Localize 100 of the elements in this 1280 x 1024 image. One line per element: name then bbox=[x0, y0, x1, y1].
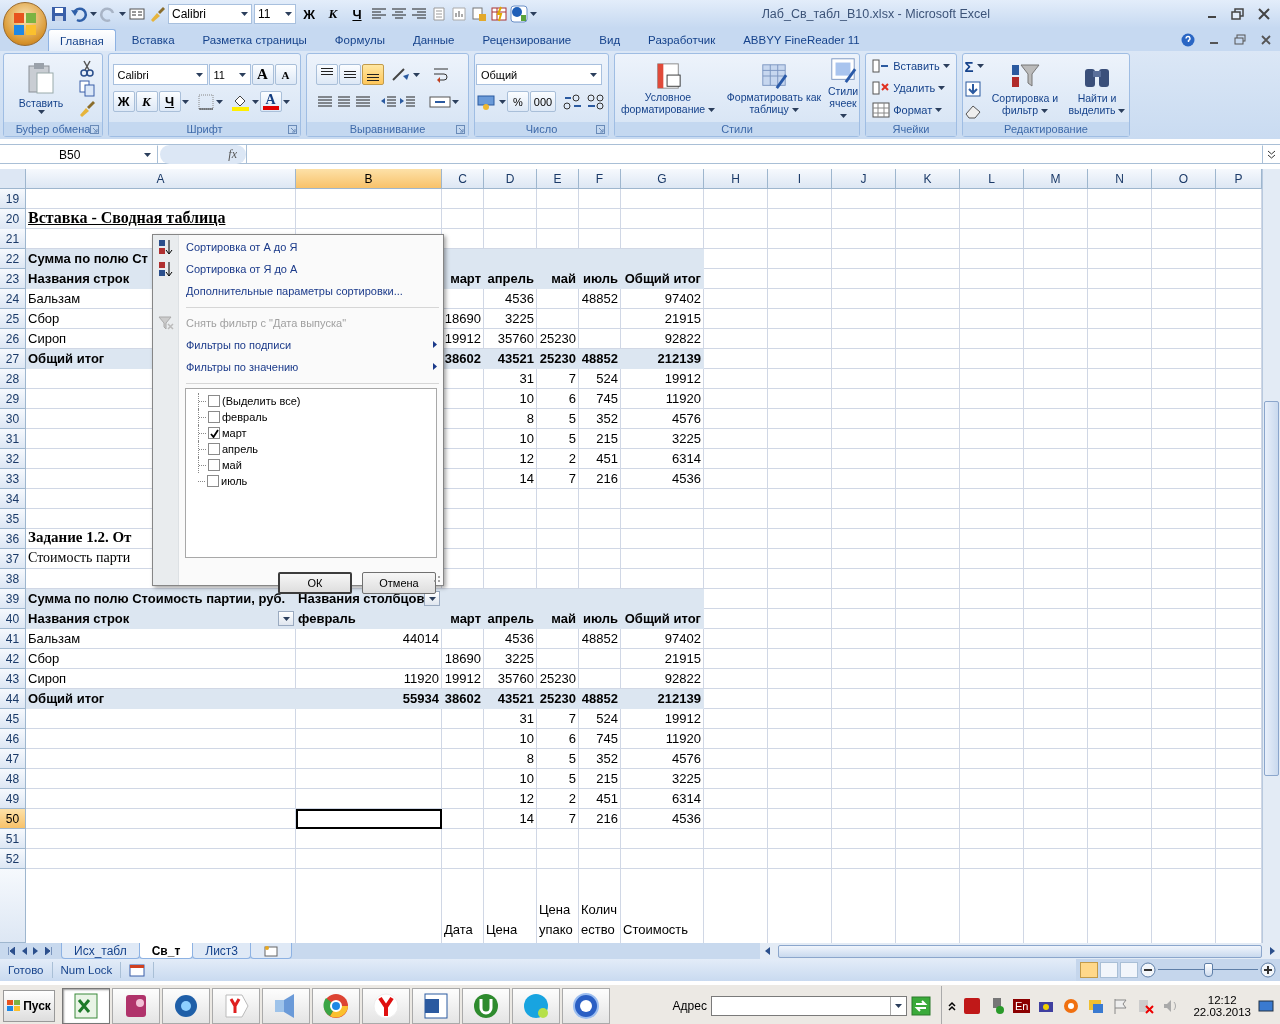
menu-item[interactable]: Фильтры по подписи bbox=[179, 339, 292, 351]
vertical-align-button[interactable] bbox=[316, 64, 338, 85]
row-header[interactable]: 39 bbox=[0, 589, 26, 609]
row-header[interactable]: 48 bbox=[0, 769, 26, 789]
option-label[interactable]: апрель bbox=[222, 443, 259, 455]
taskbar-button[interactable] bbox=[362, 987, 410, 1024]
address-field[interactable] bbox=[710, 995, 907, 1016]
row-header[interactable]: 24 bbox=[0, 289, 26, 309]
styles-button[interactable]: Условное форматирование bbox=[614, 54, 722, 122]
dialog-launcher-icon[interactable] bbox=[90, 125, 99, 134]
column-header[interactable]: H bbox=[704, 169, 768, 189]
column-header[interactable]: O bbox=[1152, 169, 1216, 189]
taskbar-button[interactable] bbox=[262, 987, 310, 1024]
zoom-slider[interactable] bbox=[1158, 962, 1258, 978]
taskbar-button[interactable] bbox=[562, 987, 610, 1024]
chevron-icon[interactable] bbox=[947, 1000, 956, 1011]
dialog-launcher-icon[interactable] bbox=[596, 125, 605, 134]
column-header[interactable]: N bbox=[1088, 169, 1152, 189]
underline-button[interactable]: Ч bbox=[158, 91, 181, 112]
row-header[interactable]: 42 bbox=[0, 649, 26, 669]
row-header[interactable]: 46 bbox=[0, 729, 26, 749]
row-header[interactable]: 49 bbox=[0, 789, 26, 809]
checkbox[interactable] bbox=[208, 427, 220, 439]
menu-item[interactable]: Дополнительные параметры сортировки... bbox=[179, 285, 403, 297]
menu-item[interactable]: Фильтры по значению bbox=[179, 361, 299, 373]
cells-button[interactable]: Вставить bbox=[871, 56, 951, 76]
row-header[interactable]: 38 bbox=[0, 569, 26, 589]
row-header[interactable]: 35 bbox=[0, 509, 26, 529]
app-menu-button[interactable] bbox=[3, 2, 47, 46]
decrease-indent-icon[interactable] bbox=[380, 93, 398, 110]
save-icon[interactable] bbox=[50, 5, 68, 23]
font-field[interactable]: Calibri bbox=[168, 4, 252, 24]
ribbon-tab[interactable]: Разработчик bbox=[636, 29, 728, 51]
brush-icon[interactable] bbox=[148, 5, 166, 23]
column-header[interactable]: F bbox=[579, 169, 621, 189]
taskbar-button[interactable] bbox=[462, 987, 510, 1024]
cut-icon[interactable] bbox=[78, 59, 96, 77]
column-header[interactable]: K bbox=[896, 169, 960, 189]
chart-icon[interactable] bbox=[450, 5, 468, 23]
scroll-left-icon[interactable] bbox=[764, 947, 770, 955]
tray-icon[interactable] bbox=[1062, 996, 1081, 1015]
row-header[interactable]: 37 bbox=[0, 549, 26, 569]
help-icon[interactable] bbox=[1180, 33, 1196, 47]
last-sheet-icon[interactable] bbox=[45, 947, 52, 955]
cells-button[interactable]: Формат bbox=[871, 100, 944, 120]
zoom-out-icon[interactable] bbox=[1140, 962, 1156, 978]
row-header[interactable]: 25 bbox=[0, 309, 26, 329]
vertical-scrollbar[interactable] bbox=[1262, 169, 1280, 943]
sheet-tab[interactable]: Исх_табл bbox=[61, 943, 140, 959]
checkbox[interactable] bbox=[208, 443, 220, 455]
merge-cells-icon[interactable] bbox=[429, 93, 451, 110]
font-color-button[interactable]: A bbox=[259, 91, 282, 112]
row-header[interactable]: 36 bbox=[0, 529, 26, 549]
align-right-icon[interactable] bbox=[354, 93, 372, 110]
insert-function-button[interactable]: fx bbox=[160, 145, 246, 164]
slider-thumb[interactable] bbox=[1204, 963, 1213, 977]
column-header[interactable]: C bbox=[442, 169, 484, 189]
ribbon-tab[interactable]: Рецензирование bbox=[470, 29, 584, 51]
cancel-button[interactable]: Отмена bbox=[362, 572, 436, 594]
taskbar-button[interactable] bbox=[162, 987, 210, 1024]
next-sheet-icon[interactable] bbox=[33, 947, 39, 955]
checkbox[interactable] bbox=[208, 459, 220, 471]
undo-icon[interactable] bbox=[70, 5, 88, 23]
sort-filter-button[interactable]: Сортировка и фильтр bbox=[989, 56, 1061, 120]
align-center-icon[interactable] bbox=[335, 93, 353, 110]
italic-button[interactable]: К bbox=[135, 91, 158, 112]
sheet-tab[interactable]: Лист3 bbox=[192, 943, 251, 959]
horizontal-scrollbar[interactable] bbox=[760, 943, 1280, 959]
sum-button[interactable]: Σ bbox=[963, 56, 985, 76]
option-label[interactable]: июль bbox=[221, 475, 248, 487]
paste-button[interactable]: Вставить bbox=[10, 59, 72, 117]
dialog-launcher-icon[interactable] bbox=[456, 125, 465, 134]
column-header[interactable]: E bbox=[537, 169, 579, 189]
form-icon[interactable] bbox=[128, 5, 146, 23]
ribbon-tab[interactable]: Главная bbox=[48, 29, 116, 51]
ribbon-tab[interactable]: Разметка страницы bbox=[190, 29, 319, 51]
row-header[interactable]: 23 bbox=[0, 269, 26, 289]
grow-font-button[interactable]: A bbox=[251, 64, 274, 85]
underline-button[interactable]: Ч bbox=[346, 4, 368, 24]
column-header[interactable]: I bbox=[768, 169, 832, 189]
taskbar-button[interactable] bbox=[312, 987, 360, 1024]
column-header[interactable]: P bbox=[1216, 169, 1262, 189]
align-left-icon[interactable] bbox=[316, 93, 334, 110]
ribbon-tab[interactable]: Вид bbox=[587, 29, 633, 51]
checkbox[interactable] bbox=[207, 475, 219, 487]
row-header[interactable]: 21 bbox=[0, 229, 26, 249]
styles-button[interactable]: Стили ячеек bbox=[826, 54, 860, 122]
ribbon-tab[interactable]: Данные bbox=[400, 29, 467, 51]
row-header[interactable]: 20 bbox=[0, 209, 26, 230]
row-header[interactable]: 40 bbox=[0, 609, 26, 629]
checkbox[interactable] bbox=[208, 395, 220, 407]
bold-button[interactable]: Ж bbox=[112, 91, 135, 112]
column-header[interactable]: G bbox=[621, 169, 704, 189]
column-header[interactable]: D bbox=[484, 169, 537, 189]
row-header[interactable]: 31 bbox=[0, 429, 26, 449]
column-header[interactable]: B bbox=[296, 169, 442, 189]
sheet-tab[interactable]: Св_т bbox=[138, 943, 194, 959]
brush-icon[interactable] bbox=[78, 99, 96, 117]
option-label[interactable]: май bbox=[222, 459, 242, 471]
show-desktop-icon[interactable] bbox=[1258, 998, 1274, 1013]
